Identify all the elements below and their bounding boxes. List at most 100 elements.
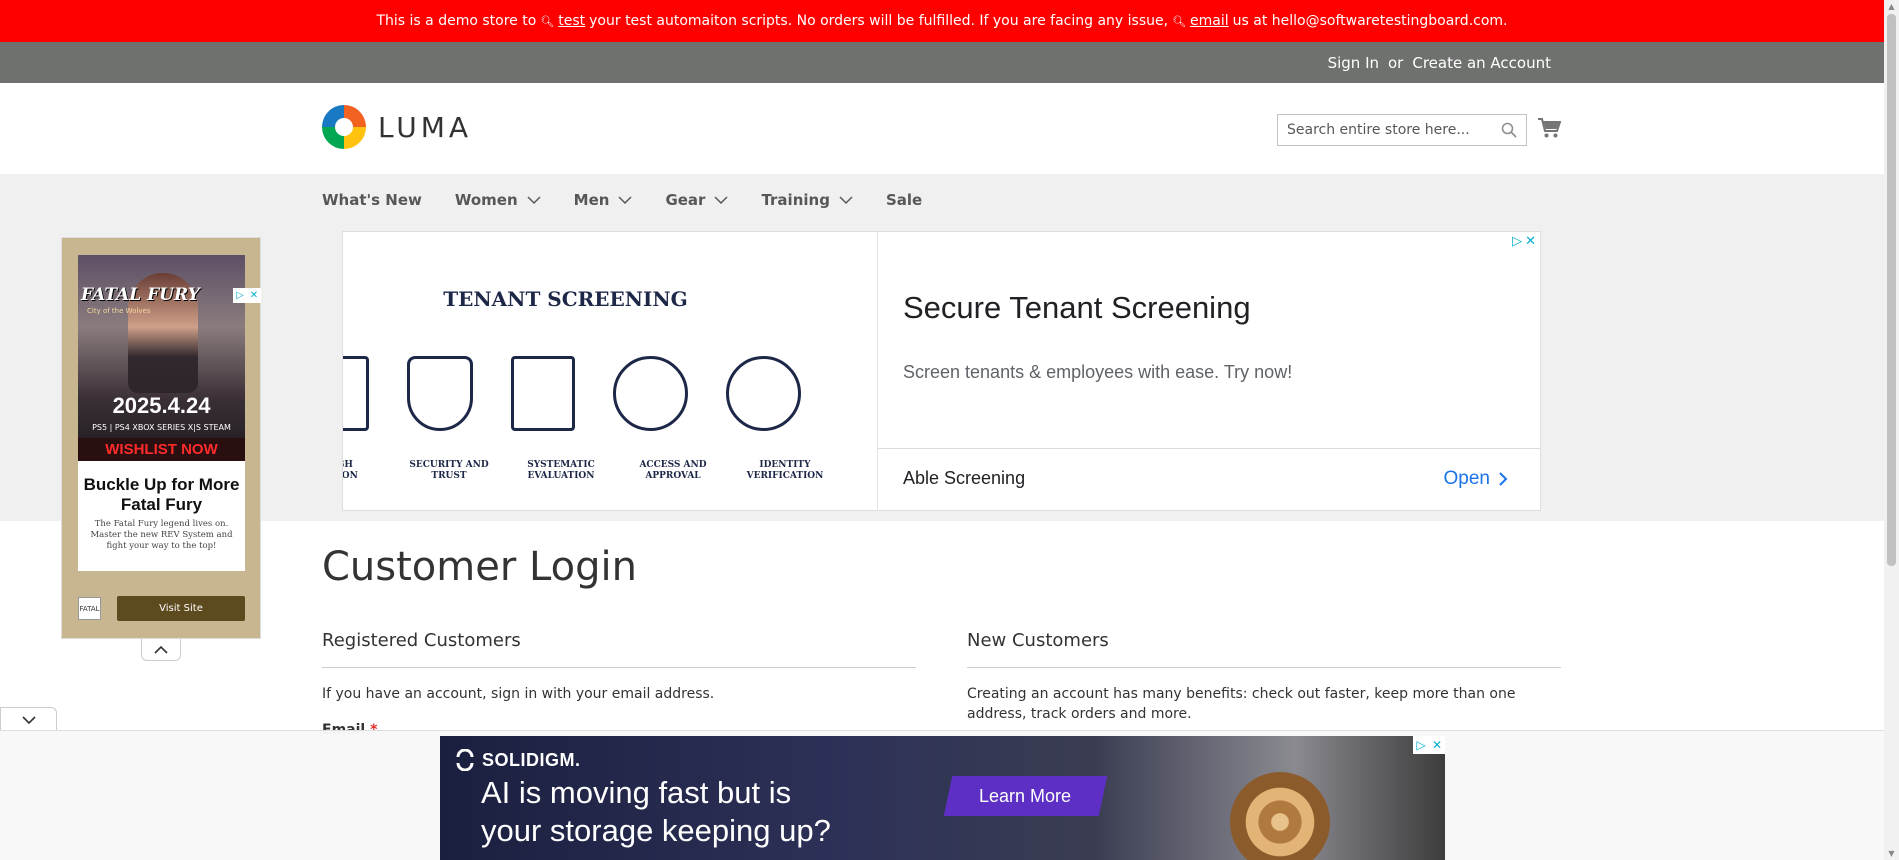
- learn-more-button[interactable]: Learn More: [943, 776, 1108, 816]
- nav-item-men[interactable]: Men: [574, 188, 666, 212]
- nav-item-label: What's New: [322, 191, 422, 209]
- partial-check-icon: [343, 356, 369, 431]
- scroll-down-arrow-icon[interactable]: ▼: [1887, 849, 1896, 858]
- solidigm-ad[interactable]: SOLIDIGM. AI is moving fast but is your …: [440, 736, 1445, 860]
- ad-info-icon[interactable]: ▷: [233, 288, 247, 303]
- ad-info-icon[interactable]: ▷: [1413, 736, 1429, 754]
- ad-close-icon[interactable]: ✕: [247, 288, 261, 303]
- ad-image-title: TENANT SCREENING: [443, 287, 688, 311]
- solidigm-logo: SOLIDIGM.: [454, 749, 581, 771]
- search-icon[interactable]: [1501, 122, 1517, 138]
- nav-item-label: Women: [454, 191, 518, 209]
- anchor-ad-toggle[interactable]: [0, 707, 57, 731]
- demo-notice-text-1: This is a demo store to: [376, 13, 537, 29]
- nav-item-women[interactable]: Women: [455, 188, 574, 212]
- scrollbar-thumb[interactable]: [1887, 14, 1896, 566]
- ad-icon-label: SECURITY AND TRUST: [409, 460, 489, 481]
- nav-item-what-s-new[interactable]: What's New: [322, 188, 455, 212]
- game-subtitle: City of the Wolves: [87, 307, 151, 315]
- registered-customers-text: If you have an account, sign in with you…: [322, 686, 715, 702]
- chevron-right-icon: [1499, 472, 1508, 486]
- chevron-down-icon: [839, 195, 853, 204]
- house-key-icon: [613, 356, 688, 431]
- game-title: FATAL FURY: [81, 285, 200, 305]
- solidigm-headline-line-1: AI is moving fast but is: [481, 775, 792, 810]
- cart-icon[interactable]: [1537, 117, 1561, 139]
- or-separator: or: [1388, 53, 1404, 72]
- release-date: 2025.4.24: [112, 393, 211, 418]
- page-title: Customer Login: [322, 544, 637, 590]
- nav-item-gear[interactable]: Gear: [665, 188, 761, 212]
- ad-close-icon[interactable]: ✕: [1525, 234, 1536, 249]
- tenant-screening-ad[interactable]: TENANT SCREENING OUGH NATION SECURITY AND…: [342, 231, 1541, 511]
- checklist-icon: [511, 356, 575, 431]
- demo-notice-text-2: your test automaiton scripts. No orders …: [589, 13, 1169, 29]
- demo-notice-banner: This is a demo store to 🔍︎ test your tes…: [0, 0, 1884, 42]
- header-panel: Sign In or Create an Account: [0, 42, 1884, 83]
- ad-icon-label: ACCESS AND APPROVAL: [639, 460, 707, 481]
- registered-customers-block: Registered Customers If you have an acco…: [322, 630, 916, 704]
- new-customers-title: New Customers: [967, 630, 1561, 668]
- advertiser-logo: FATAL: [78, 597, 101, 620]
- search-icon: 🔍︎: [1172, 14, 1187, 28]
- ad-close-icon[interactable]: ✕: [1429, 736, 1445, 754]
- chevron-up-icon: [154, 645, 168, 654]
- ad-image: TENANT SCREENING OUGH NATION SECURITY AND…: [343, 232, 878, 510]
- nav-item-training[interactable]: Training: [761, 188, 885, 212]
- search-input[interactable]: [1278, 115, 1488, 145]
- sign-in-link[interactable]: Sign In: [1328, 54, 1379, 72]
- side-ad-collapse-button[interactable]: [141, 639, 181, 661]
- nav-item-label: Training: [761, 191, 830, 209]
- id-card-icon: [726, 356, 801, 431]
- side-ad-title: Buckle Up for More Fatal Fury: [83, 475, 240, 514]
- scroll-up-arrow-icon[interactable]: ▲: [1887, 2, 1896, 11]
- ad-icon-label: OUGH NATION: [343, 460, 358, 481]
- platform-list: PS5 | PS4 XBOX SERIES X|S STEAM: [92, 423, 231, 432]
- nav-item-label: Sale: [885, 191, 923, 209]
- search-box: [1277, 114, 1527, 146]
- search-icon: 🔍︎: [540, 14, 555, 28]
- nav-item-sale[interactable]: Sale: [886, 188, 955, 212]
- side-ad[interactable]: FATAL FURY City of the Wolves 2025.4.24 …: [61, 237, 261, 639]
- luma-logo-icon: [322, 105, 366, 149]
- demo-email-link[interactable]: email: [1190, 13, 1229, 29]
- ad-advertiser-name: Able Screening: [903, 468, 1026, 488]
- snail-image: [1230, 772, 1330, 860]
- solidigm-headline: AI is moving fast but is your storage ke…: [481, 774, 831, 850]
- logo-text: LUMA: [378, 110, 473, 144]
- chevron-down-icon: [618, 195, 632, 204]
- registered-customers-title: Registered Customers: [322, 630, 916, 668]
- ad-headline[interactable]: Secure Tenant Screening: [903, 290, 1251, 326]
- ad-text-panel: ▷ ✕ Secure Tenant Screening Screen tenan…: [878, 232, 1540, 510]
- chevron-down-icon: [714, 195, 728, 204]
- ad-choices[interactable]: ▷ ✕: [233, 288, 261, 303]
- ad-info-icon[interactable]: ▷: [1512, 234, 1522, 249]
- luma-logo[interactable]: LUMA: [322, 105, 472, 149]
- side-ad-card: Buckle Up for More Fatal Fury The Fatal …: [78, 461, 245, 571]
- visit-site-button[interactable]: Visit Site: [117, 596, 245, 621]
- ad-choices[interactable]: ▷ ✕: [1413, 736, 1445, 754]
- wishlist-banner: WISHLIST NOW: [78, 438, 245, 461]
- ad-choices[interactable]: ▷ ✕: [1512, 234, 1536, 249]
- ad-open-button[interactable]: Open: [1444, 468, 1508, 490]
- ad-description: Screen tenants & employees with ease. Tr…: [903, 362, 1293, 382]
- page-scrollbar[interactable]: ▲ ▼: [1884, 0, 1899, 860]
- solidigm-mark-icon: [456, 749, 474, 771]
- shield-check-icon: [407, 356, 473, 431]
- nav-item-label: Men: [573, 191, 610, 209]
- nav-item-label: Gear: [665, 191, 706, 209]
- create-account-link[interactable]: Create an Account: [1412, 54, 1551, 72]
- ad-icon-label: IDENTITY VERIFICATION: [746, 460, 824, 481]
- new-customers-block: New Customers Creating an account has ma…: [967, 630, 1561, 724]
- learn-more-label: Learn More: [979, 786, 1072, 806]
- new-customers-text: Creating an account has many benefits: c…: [967, 686, 1516, 722]
- solidigm-brand-text: SOLIDIGM.: [482, 749, 581, 770]
- chevron-down-icon: [21, 715, 36, 724]
- ad-divider: [878, 448, 1540, 449]
- chevron-down-icon: [527, 195, 541, 204]
- ad-open-label: Open: [1443, 468, 1490, 489]
- solidigm-headline-line-2: your storage keeping up?: [481, 813, 831, 848]
- demo-test-link[interactable]: test: [558, 13, 585, 29]
- ad-icon-label: SYSTEMATIC EVALUATION: [527, 460, 595, 481]
- site-header: LUMA: [0, 83, 1884, 174]
